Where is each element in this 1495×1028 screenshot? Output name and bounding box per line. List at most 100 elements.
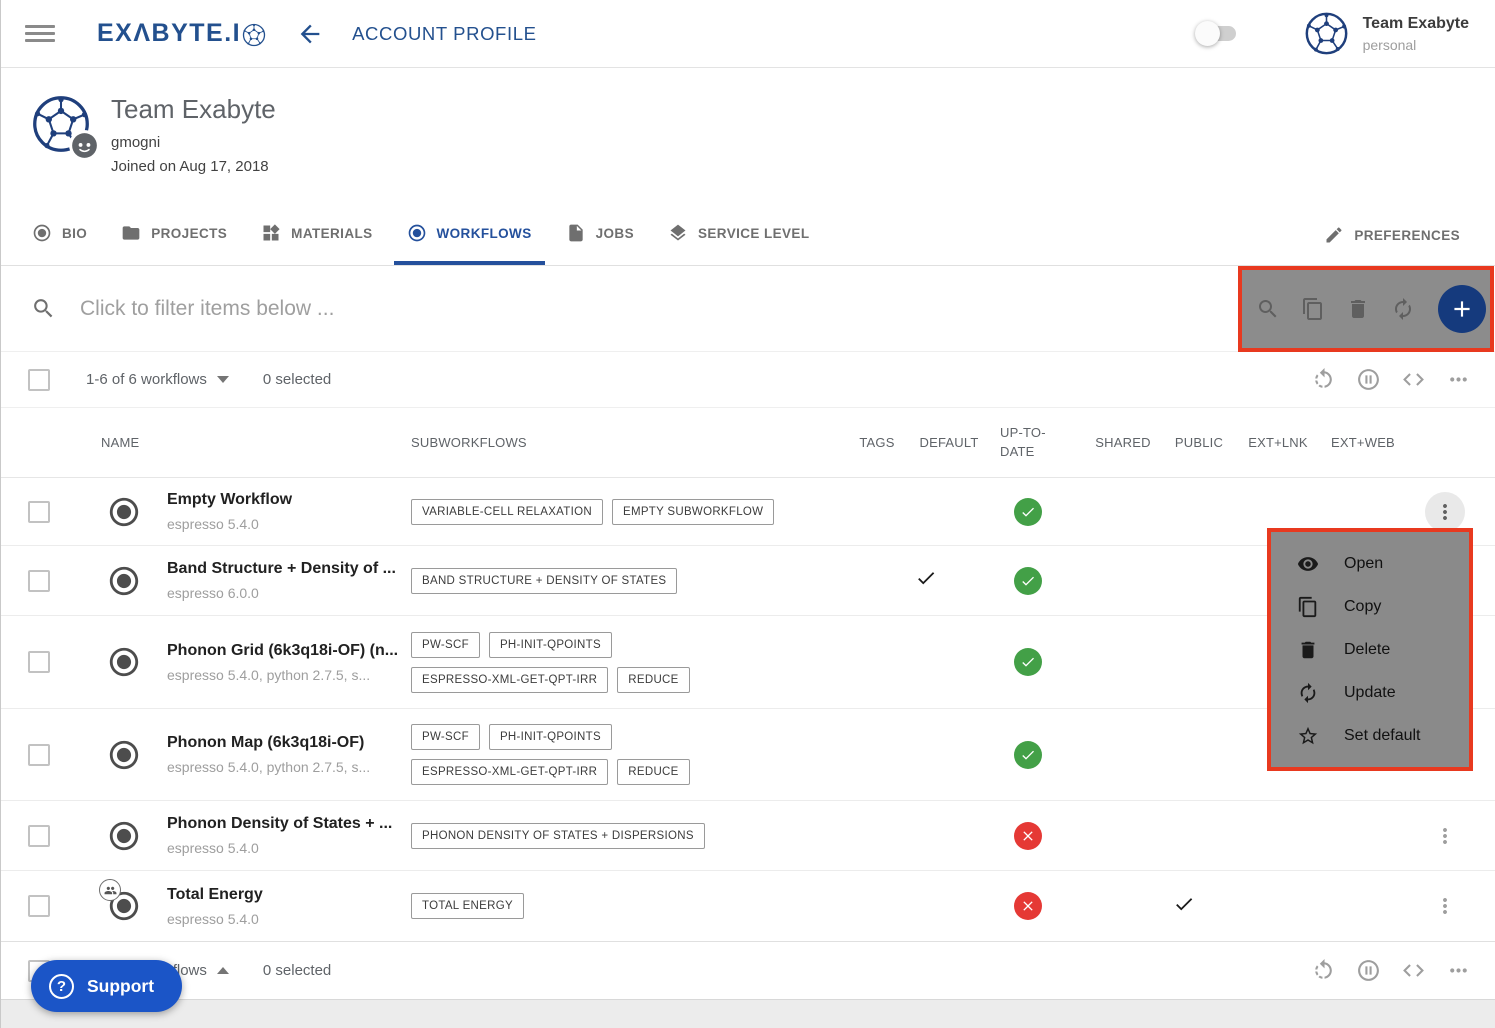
menu-item-label: Delete (1344, 641, 1390, 659)
column-header-tags: TAGS (839, 435, 915, 450)
profile-text: Team Exabyte gmogni Joined on Aug 17, 20… (111, 94, 276, 175)
filter-input[interactable] (80, 297, 780, 321)
subworkflow-chip: PHONON DENSITY OF STATES + DISPERSIONS (411, 823, 705, 849)
column-header-up-to-date: UP-TO-DATE (1000, 424, 1056, 462)
workflow-name[interactable]: Phonon Grid (6k3q18i-OF) (n... (167, 642, 411, 660)
filter-bar (1, 266, 1495, 352)
update-icon[interactable] (1391, 297, 1415, 321)
column-header-subworkflows: SUBWORKFLOWS (411, 435, 839, 450)
menu-icon[interactable] (25, 21, 55, 46)
menu-item-set-default[interactable]: Set default (1271, 714, 1469, 757)
tab-label: WORKFLOWS (437, 226, 532, 241)
workflow-version: espresso 5.4.0 (167, 840, 411, 856)
radio-target-icon (107, 495, 141, 529)
menu-item-delete[interactable]: Delete (1271, 628, 1469, 671)
pause-icon[interactable] (1356, 958, 1381, 983)
more-vert-icon (1433, 824, 1457, 848)
up-to-date-cell (983, 498, 1073, 526)
menu-item-copy[interactable]: Copy (1271, 585, 1469, 628)
update-icon (1297, 682, 1319, 704)
footer-bar: 1-6 of 6 workflows 0 selected (1, 941, 1495, 999)
profile-avatar (31, 94, 91, 154)
theme-toggle[interactable] (1198, 26, 1236, 41)
back-arrow-icon[interactable] (296, 20, 324, 48)
more-horiz-icon[interactable] (1446, 367, 1471, 392)
workflow-name[interactable]: Phonon Map (6k3q18i-OF) (167, 734, 411, 752)
eye-icon (1297, 553, 1319, 575)
menu-item-update[interactable]: Update (1271, 671, 1469, 714)
tab-jobs[interactable]: JOBS (553, 205, 647, 265)
workflow-row: Phonon Density of States + ... espresso 5… (1, 801, 1495, 871)
workflow-name[interactable]: Total Energy (167, 886, 411, 904)
code-icon[interactable] (1401, 958, 1426, 983)
tab-bio[interactable]: BIO (19, 205, 100, 265)
exabyte-logo[interactable]: EXΛBYTE.I (97, 19, 266, 48)
copy-icon[interactable] (1301, 297, 1325, 321)
subworkflows-cell: PW-SCFPH-INIT-QPOINTSESPRESSO-XML-GET-QP… (411, 724, 811, 785)
profile-section: Team Exabyte gmogni Joined on Aug 17, 20… (1, 68, 1495, 205)
column-header-public: PUBLIC (1173, 435, 1225, 450)
check-icon (1020, 654, 1036, 670)
selected-count: 0 selected (263, 371, 331, 388)
more-horiz-icon[interactable] (1446, 958, 1471, 983)
team-shared-badge-icon (99, 879, 121, 901)
range-label: 1-6 of 6 workflows (86, 371, 207, 388)
row-checkbox[interactable] (28, 825, 50, 847)
row-more-button[interactable] (1425, 886, 1465, 926)
pagination-dropdown[interactable]: 1-6 of 6 workflows (86, 371, 229, 388)
code-icon[interactable] (1401, 367, 1426, 392)
public-check-icon (1173, 902, 1195, 919)
list-actions (1291, 958, 1471, 983)
profile-tabs: BIO PROJECTS MATERIALS WORKFLOWS JOBS SE… (1, 205, 1495, 266)
workflow-row: Total Energyespresso 5.4.0TOTAL ENERGY (1, 871, 1495, 941)
subworkflows-cell: PHONON DENSITY OF STATES + DISPERSIONS (411, 823, 811, 849)
tab-label: BIO (62, 226, 87, 241)
workflow-name[interactable]: Band Structure + Density of ... (167, 560, 411, 578)
row-checkbox[interactable] (28, 651, 50, 673)
up-to-date-badge (1014, 498, 1042, 526)
account-avatar[interactable] (1304, 11, 1349, 56)
tab-materials[interactable]: MATERIALS (248, 205, 385, 265)
row-checkbox[interactable] (28, 570, 50, 592)
select-all-checkbox[interactable] (28, 369, 50, 391)
name-cell: Phonon Grid (6k3q18i-OF) (n...espresso 5… (167, 642, 411, 683)
menu-item-label: Update (1344, 684, 1396, 702)
row-checkbox[interactable] (28, 501, 50, 523)
workflow-name[interactable]: Phonon Density of States + ... (167, 815, 411, 833)
subworkflow-chip: BAND STRUCTURE + DENSITY OF STATES (411, 568, 677, 594)
add-workflow-button[interactable] (1438, 285, 1486, 333)
account-info[interactable]: Team Exabyte personal (1363, 15, 1469, 53)
account-profile-page: EXΛBYTE.I ACCOUNT PROFILE Team Exabyte p… (0, 0, 1495, 1028)
column-header-name: NAME (81, 435, 411, 450)
up-to-date-cell (983, 741, 1073, 769)
workflow-icon (107, 564, 141, 598)
workflow-icon (107, 645, 141, 679)
row-checkbox[interactable] (28, 744, 50, 766)
subworkflow-chip: PH-INIT-QPOINTS (489, 724, 612, 750)
page-title: ACCOUNT PROFILE (352, 23, 536, 45)
row-more-button[interactable] (1425, 816, 1465, 856)
tab-workflows[interactable]: WORKFLOWS (394, 205, 545, 265)
more-vert-icon (1433, 500, 1457, 524)
delete-icon[interactable] (1346, 297, 1370, 321)
row-more-button[interactable] (1425, 492, 1465, 532)
preferences-button[interactable]: PREFERENCES (1311, 205, 1473, 265)
more-vert-icon (1433, 894, 1457, 918)
workflow-icon (107, 738, 141, 772)
name-cell: Phonon Density of States + ... espresso 5… (167, 815, 411, 856)
workflow-name[interactable]: Empty Workflow (167, 491, 411, 509)
subworkflow-chip: REDUCE (617, 667, 689, 693)
app-bar: EXΛBYTE.I ACCOUNT PROFILE Team Exabyte p… (1, 0, 1495, 68)
tab-projects[interactable]: PROJECTS (108, 205, 240, 265)
menu-item-open[interactable]: Open (1271, 542, 1469, 585)
row-checkbox[interactable] (28, 895, 50, 917)
tab-service-level[interactable]: SERVICE LEVEL (655, 205, 822, 265)
search-icon[interactable] (1256, 297, 1280, 321)
undo-icon[interactable] (1311, 367, 1336, 392)
pause-icon[interactable] (1356, 367, 1381, 392)
undo-icon[interactable] (1311, 958, 1336, 983)
support-button[interactable]: ? Support (31, 960, 182, 1012)
subworkflows-cell: BAND STRUCTURE + DENSITY OF STATES (411, 568, 811, 594)
column-header-shared: SHARED (1073, 435, 1173, 450)
profile-username: gmogni (111, 134, 276, 151)
